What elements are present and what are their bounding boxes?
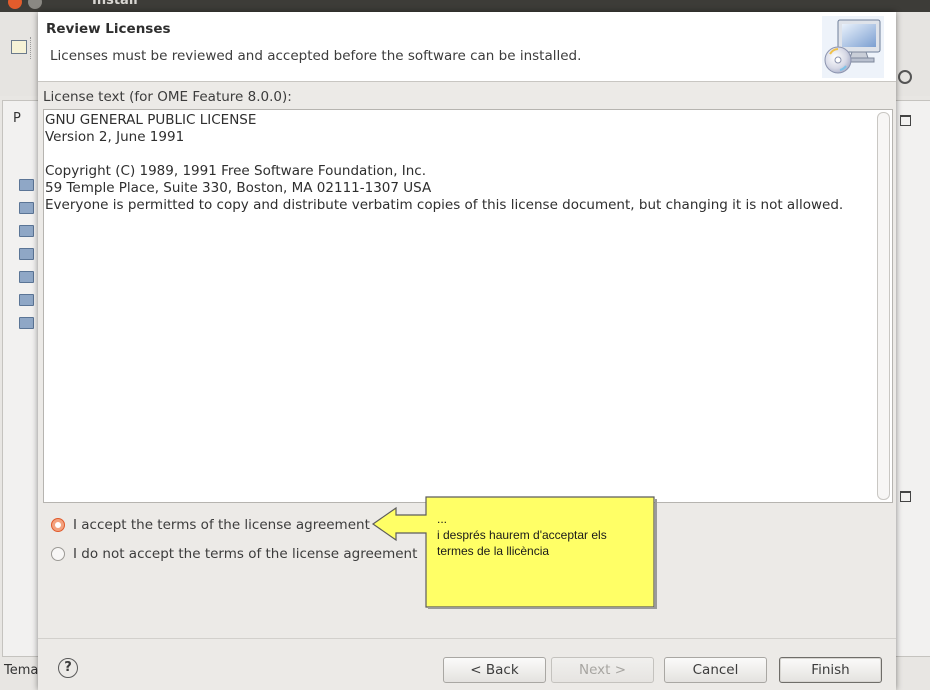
install-wizard-icon	[822, 16, 884, 78]
annotation-callout: ... i després haurem d'acceptar els term…	[371, 496, 657, 611]
accept-license-option[interactable]: I accept the terms of the license agreem…	[51, 515, 370, 535]
accept-radio-label[interactable]: I accept the terms of the license agreem…	[73, 517, 370, 533]
folder-icon[interactable]	[19, 202, 34, 214]
folder-icon[interactable]	[19, 317, 34, 329]
background-window-title: Install	[92, 0, 138, 8]
maximize-icon[interactable]	[900, 115, 911, 126]
folder-icon[interactable]	[19, 294, 34, 306]
callout-line: termes de la llicència	[437, 544, 550, 558]
dialog-title: Review Licenses	[46, 21, 171, 37]
toolbar-separator	[30, 37, 32, 59]
new-item-icon[interactable]	[11, 40, 27, 54]
license-scrollbar[interactable]	[877, 112, 890, 500]
dialog-description: Licenses must be reviewed and accepted b…	[50, 48, 582, 64]
back-button[interactable]: < Back	[443, 657, 546, 683]
background-status-bar: Tema	[0, 660, 40, 690]
finish-button[interactable]: Finish	[779, 657, 882, 683]
decline-license-option[interactable]: I do not accept the terms of the license…	[51, 544, 417, 564]
dialog-separator	[38, 638, 896, 639]
cancel-button[interactable]: Cancel	[664, 657, 767, 683]
license-text-area[interactable]: GNU GENERAL PUBLIC LICENSE Version 2, Ju…	[43, 109, 893, 503]
folder-icon[interactable]	[19, 225, 34, 237]
background-titlebar: Install	[0, 0, 930, 12]
window-close-icon[interactable]	[8, 0, 22, 9]
license-text-label: License text (for OME Feature 8.0.0):	[43, 89, 292, 105]
folder-icon[interactable]	[19, 179, 34, 191]
background-right-panel	[896, 100, 930, 657]
status-text: Tema	[4, 663, 39, 678]
folder-icon[interactable]	[19, 271, 34, 283]
decline-radio-button[interactable]	[51, 547, 65, 561]
next-button[interactable]: Next >	[551, 657, 654, 683]
window-minimize-icon[interactable]	[28, 0, 42, 9]
license-text: GNU GENERAL PUBLIC LICENSE Version 2, Ju…	[45, 112, 844, 213]
help-button[interactable]: ?	[58, 658, 78, 678]
callout-text: ... i després haurem d'acceptar els term…	[437, 511, 647, 559]
panel-tab-label[interactable]: P	[13, 111, 21, 126]
accept-radio-button[interactable]	[51, 518, 65, 532]
callout-line: ...	[437, 512, 448, 526]
maximize-icon[interactable]	[900, 491, 911, 502]
background-left-panel: P	[2, 100, 43, 657]
dialog-header: Review Licenses Licenses must be reviewe…	[38, 12, 896, 82]
perspective-icon[interactable]	[898, 70, 912, 84]
folder-icon[interactable]	[19, 248, 34, 260]
decline-radio-label[interactable]: I do not accept the terms of the license…	[73, 546, 417, 562]
callout-line: i després haurem d'acceptar els	[437, 528, 607, 542]
